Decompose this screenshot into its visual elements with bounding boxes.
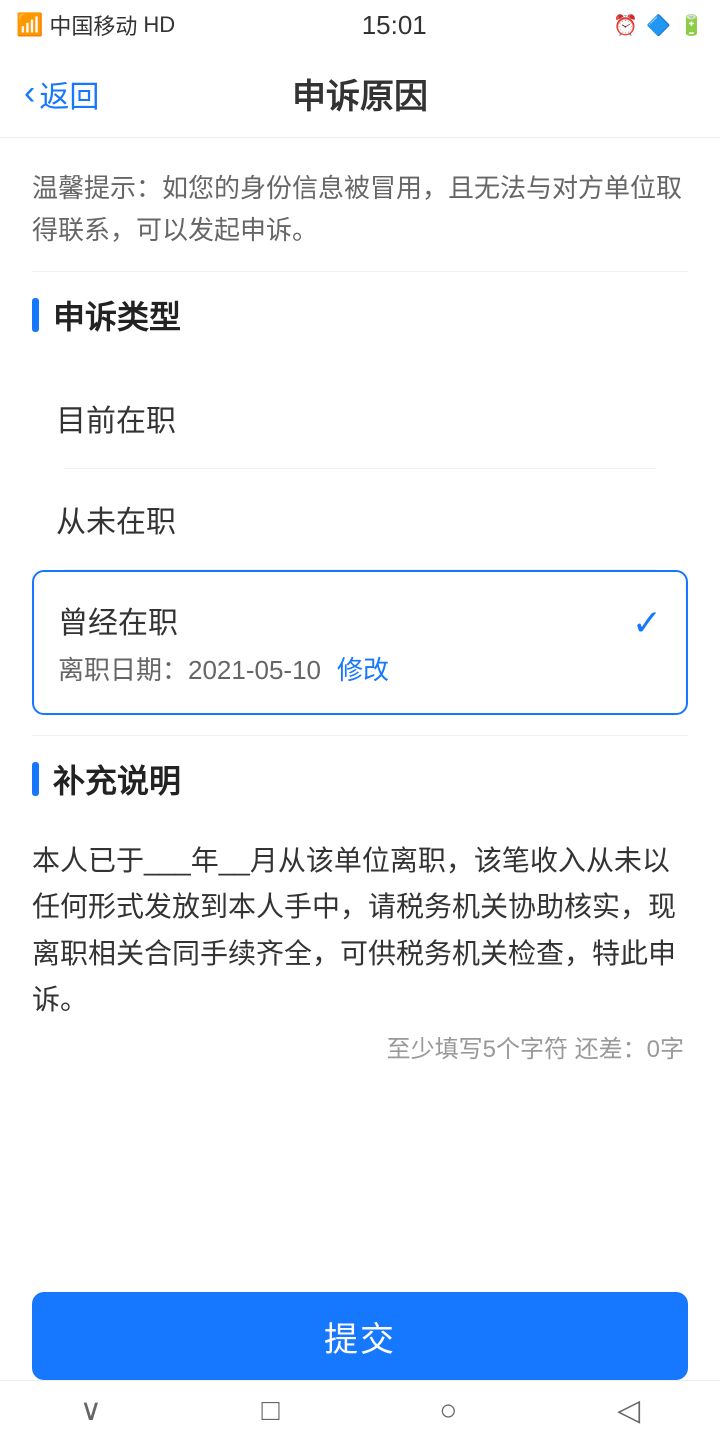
alarm-icon: ⏰	[613, 13, 638, 38]
selected-check-icon: ✓	[632, 602, 662, 644]
supplement-title: 补充说明	[53, 756, 181, 802]
back-label: 返回	[39, 72, 99, 116]
supplement-textarea[interactable]	[32, 822, 688, 1022]
option-current-label: 目前在职	[56, 396, 176, 440]
nav-bar: ‹ 返回 申诉原因	[0, 50, 720, 138]
option-former[interactable]: 曾经在职 离职日期：2021-05-10 修改 ✓	[32, 570, 688, 715]
status-bar: 📶 中国移动 HD 15:01 ⏰ 🔷 🔋	[0, 0, 720, 50]
option-never-content: 从未在职	[56, 497, 176, 541]
option-former-content: 曾经在职 离职日期：2021-05-10 修改	[58, 598, 389, 687]
option-never[interactable]: 从未在职	[32, 469, 688, 569]
option-former-sub: 离职日期：2021-05-10 修改	[58, 650, 389, 687]
bluetooth-icon: 🔷	[646, 13, 671, 38]
main-content: 温馨提示：如您的身份信息被冒用，且无法与对方单位取得联系，可以发起申诉。 申诉类…	[0, 138, 720, 1440]
section-bar-supplement-icon	[32, 762, 39, 796]
status-right: ⏰ 🔷 🔋	[613, 13, 704, 38]
complaint-type-header: 申诉类型	[0, 272, 720, 348]
section-bar-icon	[32, 298, 39, 332]
supplement-area: 至少填写5个字符 还差：0字	[0, 812, 720, 1084]
option-never-label: 从未在职	[56, 497, 176, 541]
options-area: 目前在职 从未在职 曾经在职 离职日期：2021-05-10 修改 ✓	[0, 348, 720, 735]
nav-circle-icon[interactable]: ○	[439, 1394, 457, 1428]
option-current-content: 目前在职	[56, 396, 176, 440]
signal-icon: 📶	[16, 12, 43, 38]
bottom-nav: ∨ □ ○ ◁	[0, 1380, 720, 1440]
carrier-label: 中国移动	[49, 9, 137, 41]
edit-date-button[interactable]: 修改	[337, 650, 389, 687]
nav-square-icon[interactable]: □	[261, 1394, 279, 1428]
resign-date-label: 离职日期：2021-05-10	[58, 650, 321, 687]
supplement-header: 补充说明	[0, 736, 720, 812]
option-former-label: 曾经在职	[58, 598, 389, 642]
option-current[interactable]: 目前在职	[32, 368, 688, 468]
nav-back-icon[interactable]: ◁	[617, 1393, 640, 1428]
notice-text: 温馨提示：如您的身份信息被冒用，且无法与对方单位取得联系，可以发起申诉。	[0, 138, 720, 271]
page-title: 申诉原因	[292, 69, 428, 118]
battery-icon: 🔋	[679, 13, 704, 38]
back-button[interactable]: ‹ 返回	[24, 72, 99, 116]
nav-chevron-down-icon[interactable]: ∨	[80, 1393, 102, 1428]
network-type: HD	[143, 12, 175, 38]
supplement-hint: 至少填写5个字符 还差：0字	[32, 1029, 688, 1064]
hint-count: 0字	[647, 1036, 684, 1063]
submit-area: 提交	[0, 1292, 720, 1380]
submit-button[interactable]: 提交	[32, 1292, 688, 1380]
status-time: 15:01	[362, 10, 427, 41]
complaint-type-title: 申诉类型	[53, 292, 181, 338]
status-left: 📶 中国移动 HD	[16, 9, 175, 41]
back-arrow-icon: ‹	[24, 74, 35, 113]
hint-prefix: 至少填写5个字符 还差：	[387, 1036, 647, 1063]
